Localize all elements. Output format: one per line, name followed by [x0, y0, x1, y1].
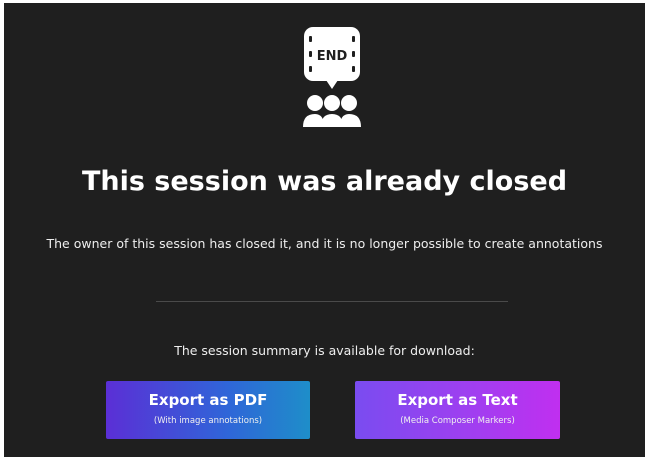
- export-text-label: Export as Text: [397, 391, 518, 409]
- page-title: This session was already closed: [81, 166, 568, 197]
- export-pdf-label: Export as PDF: [148, 391, 268, 409]
- closed-message: The owner of this session has closed it,…: [46, 236, 603, 251]
- export-text-button[interactable]: Export as Text (Media Composer Markers): [355, 381, 560, 439]
- divider: [156, 301, 508, 302]
- closed-session-panel: END This session was already closed The …: [4, 3, 645, 457]
- export-text-sublabel: (Media Composer Markers): [400, 416, 515, 426]
- summary-available-text: The session summary is available for dow…: [174, 343, 475, 358]
- end-badge-text: END: [317, 49, 348, 64]
- session-end-icon: END: [300, 25, 370, 129]
- export-pdf-sublabel: (With image annotations): [153, 416, 263, 426]
- export-pdf-button[interactable]: Export as PDF (With image annotations): [106, 381, 310, 439]
